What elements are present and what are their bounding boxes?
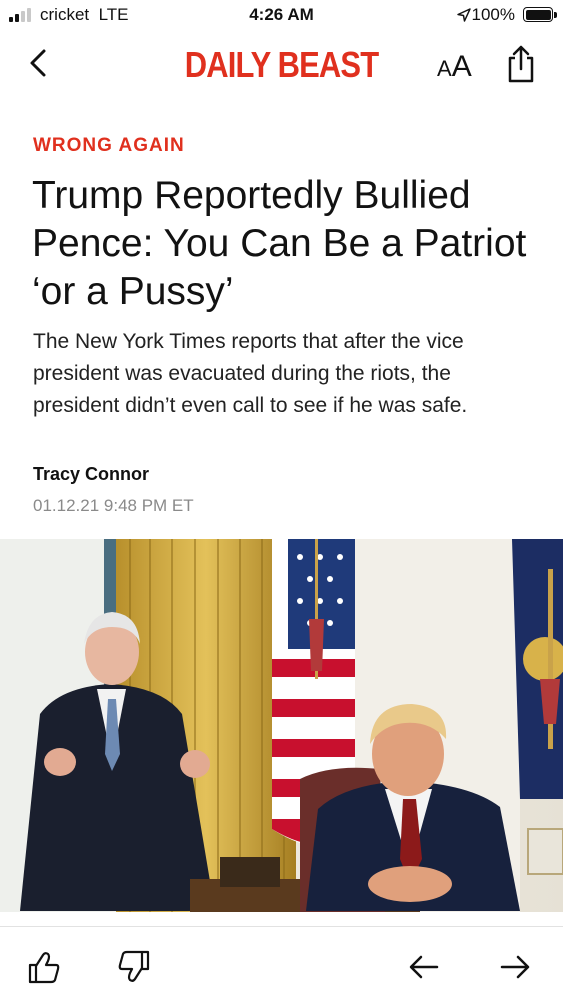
status-bar: cricket LTE 4:26 AM 100%	[0, 0, 563, 30]
hero-photo	[0, 539, 563, 912]
battery-percent: 100%	[471, 5, 515, 24]
share-icon[interactable]	[505, 44, 537, 84]
article-author[interactable]: Tracy Connor	[33, 464, 149, 485]
article-date: 01.12.21 9:48 PM ET	[33, 496, 194, 515]
text-size-large-label: A	[451, 50, 472, 83]
article-dek: The New York Times reports that after th…	[33, 330, 468, 417]
bottom-toolbar	[0, 926, 563, 1001]
article-hero-image[interactable]	[0, 539, 563, 912]
thumbs-up-icon[interactable]	[26, 949, 62, 985]
nav-bar: DAILY BEAST AA	[0, 32, 563, 94]
arrow-right-icon[interactable]	[497, 949, 533, 985]
location-arrow-icon	[457, 8, 471, 22]
article-kicker[interactable]: WRONG AGAIN	[33, 135, 185, 157]
article-headline: Trump Reportedly Bullied Pence: You Can …	[32, 174, 527, 313]
battery-icon	[523, 7, 557, 22]
thumbs-down-icon[interactable]	[116, 949, 152, 985]
text-size-button[interactable]: AA	[437, 50, 472, 84]
text-size-small-label: A	[437, 56, 452, 81]
arrow-left-icon[interactable]	[406, 949, 442, 985]
